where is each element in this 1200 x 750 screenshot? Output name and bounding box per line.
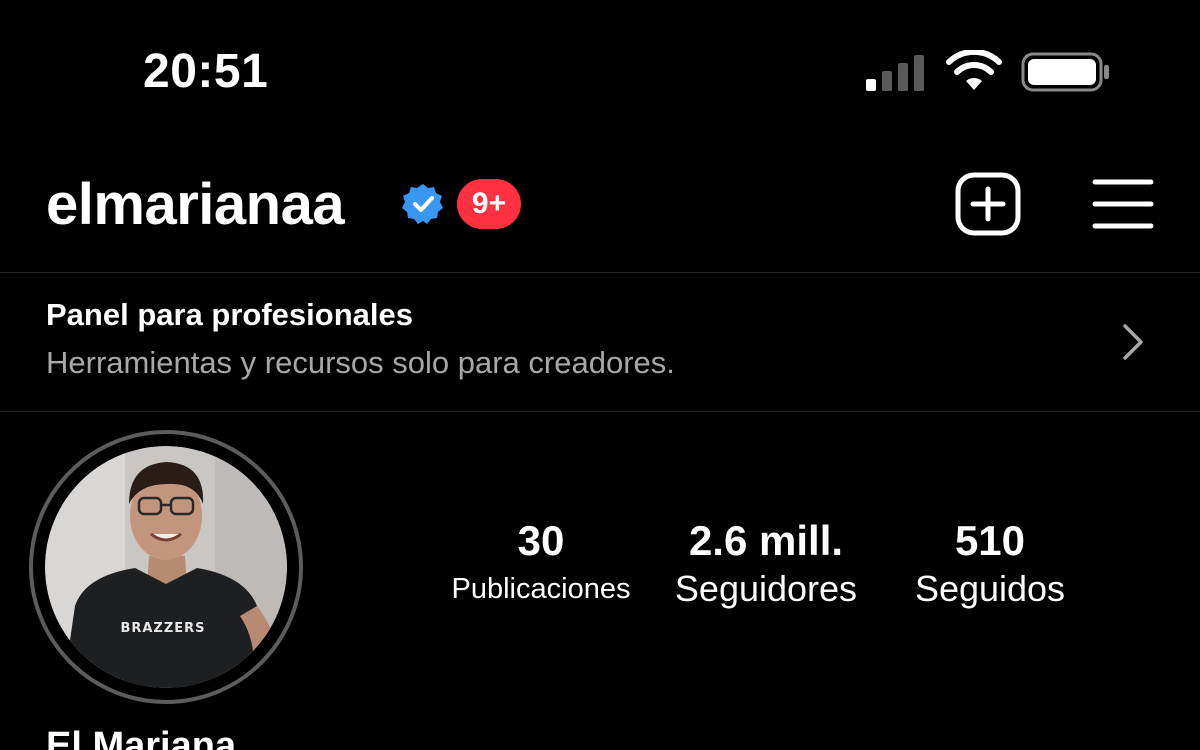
hamburger-menu-icon[interactable]	[1092, 176, 1154, 232]
following-label: Seguidos	[914, 568, 1066, 609]
avatar-shirt-text: BRAZZERS	[120, 621, 205, 636]
followers-stat[interactable]: 2.6 mill. Seguidores	[656, 515, 876, 611]
profile-screen: 20:51 elmarianaa 9+ Panel para profesion…	[0, 0, 1200, 750]
panel-title: Panel para profesionales	[46, 297, 413, 332]
posts-label: Publicaciones	[451, 573, 631, 605]
verified-badge-icon	[402, 184, 443, 224]
professional-dashboard-link[interactable]: Panel para profesionales Herramientas y …	[0, 274, 1200, 410]
following-count: 510	[954, 517, 1026, 564]
following-stat[interactable]: 510 Seguidos	[890, 515, 1090, 611]
posts-stat[interactable]: 30 Publicaciones	[436, 515, 646, 611]
status-time: 20:51	[143, 45, 269, 98]
new-post-button[interactable]	[955, 172, 1021, 236]
cellular-signal-icon	[866, 55, 924, 91]
posts-count: 30	[517, 517, 565, 564]
battery-icon	[1021, 52, 1109, 92]
profile-display-name: El Mariana	[46, 725, 237, 750]
followers-label: Seguidores	[674, 568, 858, 609]
panel-divider	[0, 411, 1200, 412]
followers-count: 2.6 mill.	[688, 517, 844, 564]
panel-subtitle: Herramientas y recursos solo para creado…	[46, 345, 675, 380]
header-divider	[0, 272, 1200, 273]
chevron-right-icon	[1123, 324, 1143, 360]
notification-badge[interactable]: 9+	[457, 179, 521, 229]
profile-username[interactable]: elmarianaa	[46, 172, 345, 238]
avatar[interactable]: BRAZZERS	[45, 446, 287, 688]
wifi-icon	[946, 50, 1002, 90]
